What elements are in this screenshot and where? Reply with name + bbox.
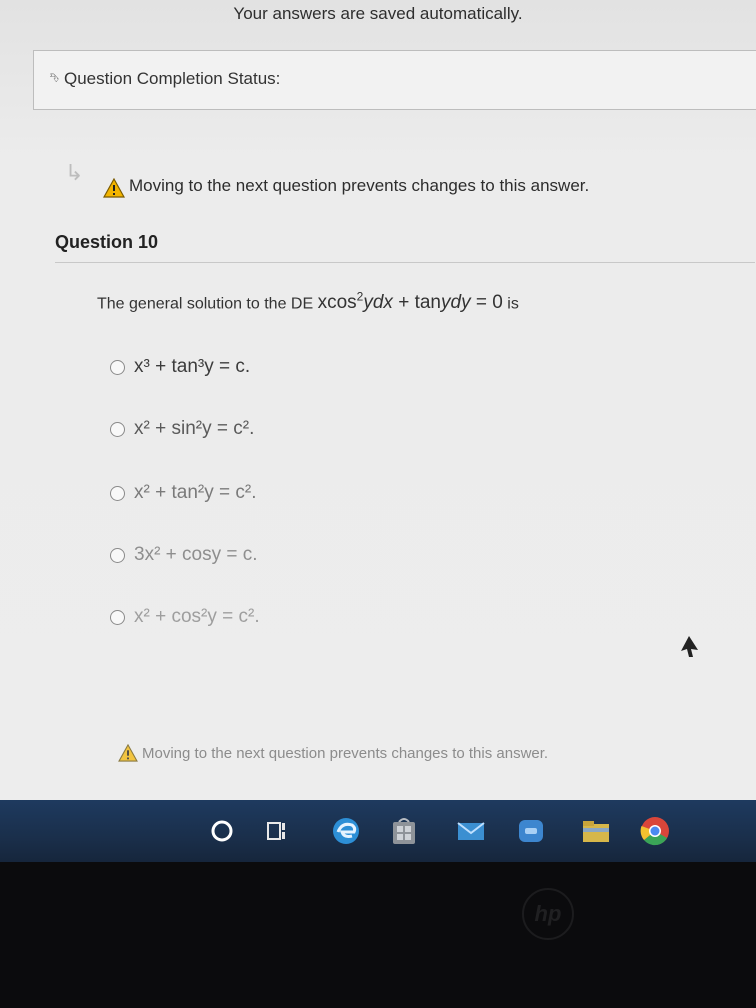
chrome-icon[interactable] (638, 814, 672, 848)
edge-icon[interactable] (330, 814, 362, 848)
answer-option-5[interactable]: x² + cos²y = c². (110, 602, 260, 632)
autosave-message: Your answers are saved automatically. (233, 4, 523, 23)
question-header: Question 10 (55, 232, 755, 263)
task-view-icon[interactable] (262, 814, 292, 848)
radio-button[interactable] (110, 485, 125, 501)
app-icon[interactable] (515, 814, 547, 848)
chevron-down-icon[interactable]: ⮷ (50, 71, 60, 86)
prompt-suffix: is (507, 295, 519, 313)
radio-button[interactable] (110, 547, 125, 563)
answer-option-2[interactable]: x² + sin²y = c². (110, 414, 254, 444)
navigation-warning: ↳ Moving to the next question prevents c… (65, 160, 715, 210)
completion-status-panel[interactable]: ⮷ Question Completion Status: (33, 50, 756, 110)
cortana-icon[interactable] (207, 814, 237, 848)
prompt-equation: xcos2ydx + tanydy = 0 (317, 290, 503, 314)
option-label[interactable]: x² + tan²y = c². (134, 482, 256, 504)
option-label[interactable]: x² + sin²y = c². (134, 418, 254, 440)
prompt-prefix: The general solution to the DE (97, 295, 314, 313)
question-title: Question 10 (55, 232, 159, 252)
navigation-warning-bottom: Moving to the next question prevents cha… (118, 744, 548, 762)
windows-taskbar (0, 800, 756, 862)
warning-text: Moving to the next question prevents cha… (142, 744, 549, 762)
mouse-pointer-icon (681, 636, 698, 657)
radio-button[interactable] (110, 421, 125, 437)
completion-status-label[interactable]: Question Completion Status: (64, 69, 280, 89)
option-label[interactable]: x³ + tan³y = c. (134, 356, 250, 378)
option-label[interactable]: 3x² + cosy = c. (134, 544, 258, 566)
warning-triangle-icon (103, 178, 125, 198)
mail-icon[interactable] (455, 814, 487, 848)
return-arrow-icon: ↳ (65, 160, 84, 185)
option-label[interactable]: x² + cos²y = c². (134, 606, 260, 628)
radio-button[interactable] (110, 359, 125, 375)
browser-page: Your answers are saved automatically. ⮷ … (0, 0, 756, 800)
warning-triangle-icon (118, 744, 138, 762)
file-explorer-icon[interactable] (580, 814, 612, 848)
answer-option-4[interactable]: 3x² + cosy = c. (110, 540, 258, 570)
store-icon[interactable] (388, 814, 420, 848)
answer-option-3[interactable]: x² + tan²y = c². (110, 478, 256, 508)
hp-logo: hp (522, 888, 574, 940)
radio-button[interactable] (110, 609, 125, 625)
question-prompt: The general solution to the DE xcos2ydx … (97, 290, 519, 314)
laptop-bezel (0, 862, 756, 1008)
answer-option-1[interactable]: x³ + tan³y = c. (110, 352, 250, 382)
warning-text: Moving to the next question prevents cha… (129, 176, 590, 195)
